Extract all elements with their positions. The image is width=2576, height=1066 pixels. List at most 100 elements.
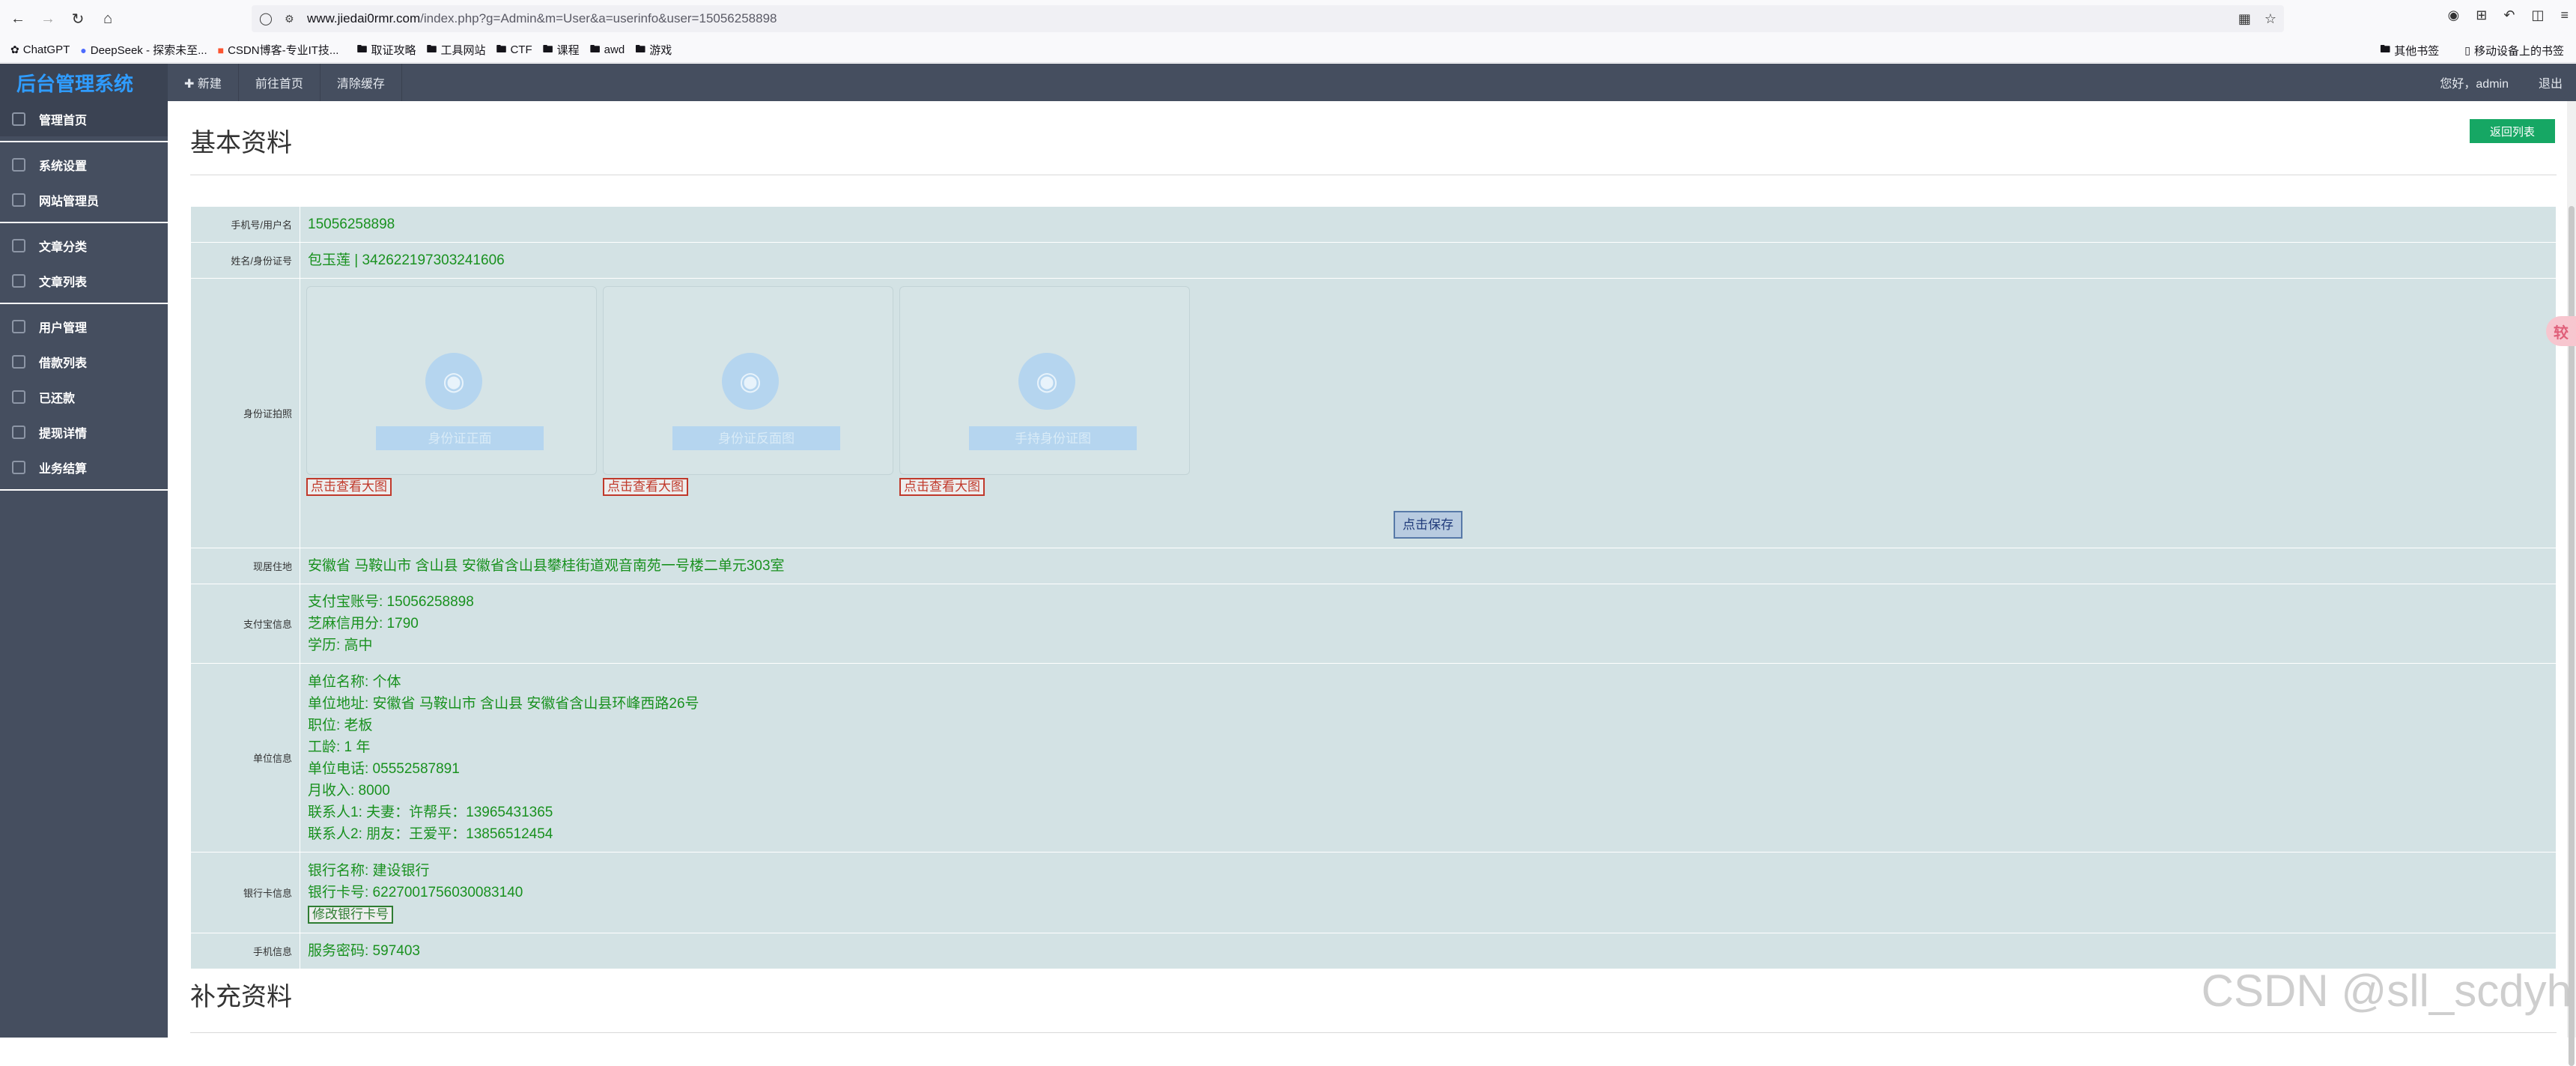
supplementary-divider bbox=[190, 1032, 2557, 1033]
sidebar-item-withdraw-details[interactable]: 提现详情 bbox=[0, 414, 168, 449]
bookmark-folder[interactable]: 🖿 取证攻略 bbox=[356, 41, 416, 59]
gear-icon bbox=[12, 157, 25, 172]
sidebar-item-article-categories[interactable]: 文章分类 bbox=[0, 228, 168, 263]
alipay-value: 支付宝账号: 15056258898 芝麻信用分: 1790 学历: 高中 bbox=[300, 584, 2557, 664]
clear-cache-link[interactable]: 清除缓存 bbox=[321, 64, 402, 101]
view-large-button[interactable]: 点击查看大图 bbox=[899, 478, 985, 496]
photo-label: 身份证反面图 bbox=[672, 426, 840, 450]
bookmark-csdn[interactable]: ■ CSDN博客-专业IT技... bbox=[218, 42, 339, 58]
sidebar-item-loan-list[interactable]: 借款列表 bbox=[0, 344, 168, 379]
document-icon bbox=[12, 273, 25, 288]
contact-2: 联系人2: 朋友：王爱平：13856512454 bbox=[308, 826, 553, 842]
bank-card-number: 银行卡号: 6227001756030083140 bbox=[308, 885, 523, 900]
save-button[interactable]: 点击保存 bbox=[1394, 511, 1462, 539]
forward-arrow-icon[interactable]: → bbox=[36, 7, 60, 31]
logout-link[interactable]: 退出 bbox=[2539, 73, 2563, 91]
sidebar-item-user-management[interactable]: 用户管理 bbox=[0, 309, 168, 344]
id-front-upload[interactable]: ◉ 身份证正面 bbox=[306, 286, 597, 475]
folder-icon: 🖿 bbox=[589, 42, 601, 55]
folder-icon: 🖿 bbox=[2380, 43, 2391, 55]
sidebar-item-system-settings[interactable]: 系统设置 bbox=[0, 147, 168, 182]
sidebar-item-repaid[interactable]: 已还款 bbox=[0, 379, 168, 414]
qr-code-icon[interactable]: ▦ bbox=[2238, 11, 2251, 27]
account-icon[interactable]: ◉ bbox=[2448, 7, 2460, 23]
table-row: 手机信息 服务密码: 597403 bbox=[190, 933, 2557, 969]
view-large-button[interactable]: 点击查看大图 bbox=[306, 478, 392, 496]
bookmark-folder[interactable]: 🖿 CTF bbox=[496, 41, 532, 59]
sidebar-item-dashboard[interactable]: 管理首页 bbox=[0, 101, 168, 136]
main-content: 基本资料 返回列表 手机号/用户名 15056258898 姓名/身份证号 包玉… bbox=[168, 101, 2576, 1038]
new-link[interactable]: ✚ 新建 bbox=[168, 64, 239, 101]
table-row: 身份证拍照 ◉ 身份证正面 点击查看大图 ◉ 身份证反面图 点击查看大图 ◉ 手… bbox=[190, 278, 2557, 548]
photo-item: ◉ 身份证反面图 点击查看大图 bbox=[603, 286, 893, 497]
scrollbar[interactable] bbox=[2567, 101, 2576, 1066]
alipay-account: 支付宝账号: 15056258898 bbox=[308, 594, 474, 610]
mobile-bookmarks[interactable]: ▯ 移动设备上的书签 bbox=[2464, 43, 2564, 58]
reload-icon[interactable]: ↻ bbox=[66, 7, 90, 31]
undo-icon[interactable]: ↶ bbox=[2503, 7, 2515, 23]
row-label: 银行卡信息 bbox=[190, 852, 300, 933]
extensions-icon[interactable]: ◫ bbox=[2531, 7, 2544, 23]
company-address: 单位地址: 安徽省 马鞍山市 含山县 安徽省含山县环峰西路26号 bbox=[308, 695, 699, 712]
camera-icon: ◉ bbox=[1018, 353, 1075, 410]
id-handheld-upload[interactable]: ◉ 手持身份证图 bbox=[899, 286, 1190, 475]
view-large-button[interactable]: 点击查看大图 bbox=[603, 478, 688, 496]
bank-value: 银行名称: 建设银行 银行卡号: 6227001756030083140 修改银… bbox=[300, 852, 2557, 933]
user-icon bbox=[12, 193, 25, 207]
row-label: 姓名/身份证号 bbox=[190, 242, 300, 279]
home-icon[interactable]: ⌂ bbox=[96, 7, 120, 31]
bookmark-folder[interactable]: 🖿 课程 bbox=[543, 41, 580, 59]
shield-icon: ◯ bbox=[259, 13, 273, 25]
browser-toolbar: ← → ↻ ⌂ ◯ ⚙ www.jiedai0rmr.com/index.php… bbox=[0, 0, 2576, 37]
chatgpt-icon: ✿ bbox=[10, 43, 19, 55]
box-icon bbox=[12, 460, 25, 474]
translate-float-tab[interactable]: 较 bbox=[2546, 316, 2576, 346]
camera-icon: ◉ bbox=[722, 353, 779, 410]
job-title: 职位: 老板 bbox=[308, 717, 373, 733]
users-icon bbox=[12, 319, 25, 333]
sidebar-item-article-list[interactable]: 文章列表 bbox=[0, 263, 168, 298]
other-bookmarks[interactable]: 🖿 其他书签 bbox=[2380, 41, 2439, 59]
url-bar[interactable]: ◯ ⚙ www.jiedai0rmr.com/index.php?g=Admin… bbox=[252, 5, 2284, 32]
table-row: 银行卡信息 银行名称: 建设银行 银行卡号: 62270017560300831… bbox=[190, 852, 2557, 933]
csdn-icon: ■ bbox=[217, 43, 225, 56]
watermark: CSDN @sll_scdyh bbox=[2201, 966, 2572, 1016]
photo-item: ◉ 身份证正面 点击查看大图 bbox=[306, 286, 597, 497]
category-icon bbox=[12, 238, 25, 252]
row-label: 手机号/用户名 bbox=[190, 206, 300, 243]
contact-1: 联系人1: 夫妻：许帮兵：13965431365 bbox=[308, 804, 553, 820]
bookmark-folder[interactable]: 🖿 工具网站 bbox=[426, 41, 485, 59]
grid-icon bbox=[12, 354, 25, 369]
page-info-icon[interactable]: ⚙ bbox=[285, 13, 300, 25]
bank-name: 银行名称: 建设银行 bbox=[308, 863, 430, 879]
address-value: 安徽省 马鞍山市 含山县 安徽省含山县攀桂街道观音南苑一号楼二单元303室 bbox=[300, 548, 2557, 584]
menu-icon[interactable]: ≡ bbox=[2560, 7, 2569, 23]
edit-bank-card-button[interactable]: 修改银行卡号 bbox=[308, 906, 393, 924]
bookmark-chatgpt[interactable]: ✿ ChatGPT bbox=[10, 43, 70, 56]
bookmark-star-icon[interactable]: ☆ bbox=[2264, 11, 2276, 27]
table-row: 现居住地 安徽省 马鞍山市 含山县 安徽省含山县攀桂街道观音南苑一号楼二单元30… bbox=[190, 548, 2557, 584]
app-header: 后台管理系统 ✚ 新建 前往首页 清除缓存 您好，admin 退出 bbox=[0, 64, 2576, 101]
sidebar-item-site-admins[interactable]: 网站管理员 bbox=[0, 182, 168, 217]
url-text[interactable]: www.jiedai0rmr.com/index.php?g=Admin&m=U… bbox=[307, 11, 777, 26]
bookmark-deepseek[interactable]: ● DeepSeek - 探索未至... bbox=[80, 42, 207, 58]
photo-label: 手持身份证图 bbox=[969, 426, 1137, 450]
sidebar-item-settlement[interactable]: 业务结算 bbox=[0, 449, 168, 485]
sidebar-divider bbox=[0, 489, 168, 491]
row-label: 单位信息 bbox=[190, 663, 300, 853]
app-logo[interactable]: 后台管理系统 bbox=[0, 64, 168, 101]
folder-icon: 🖿 bbox=[426, 42, 437, 55]
mobile-icon: ▯ bbox=[2464, 43, 2470, 56]
back-to-list-button[interactable]: 返回列表 bbox=[2470, 119, 2555, 143]
user-greeting: 您好，admin bbox=[2440, 78, 2509, 91]
bookmark-folder[interactable]: 🖿 游戏 bbox=[635, 41, 672, 59]
back-arrow-icon[interactable]: ← bbox=[6, 7, 30, 31]
crop-icon[interactable]: ⊞ bbox=[2476, 7, 2487, 23]
goto-home-link[interactable]: 前往首页 bbox=[239, 64, 321, 101]
supplementary-title: 补充资料 bbox=[190, 983, 292, 1011]
photo-label: 身份证正面 bbox=[376, 426, 544, 450]
bookmark-folder[interactable]: 🖿 awd bbox=[590, 41, 625, 59]
id-photos-cell: ◉ 身份证正面 点击查看大图 ◉ 身份证反面图 点击查看大图 ◉ 手持身份证图 … bbox=[300, 278, 2557, 548]
user-info-table: 手机号/用户名 15056258898 姓名/身份证号 包玉莲 | 342622… bbox=[190, 206, 2557, 969]
id-back-upload[interactable]: ◉ 身份证反面图 bbox=[603, 286, 893, 475]
